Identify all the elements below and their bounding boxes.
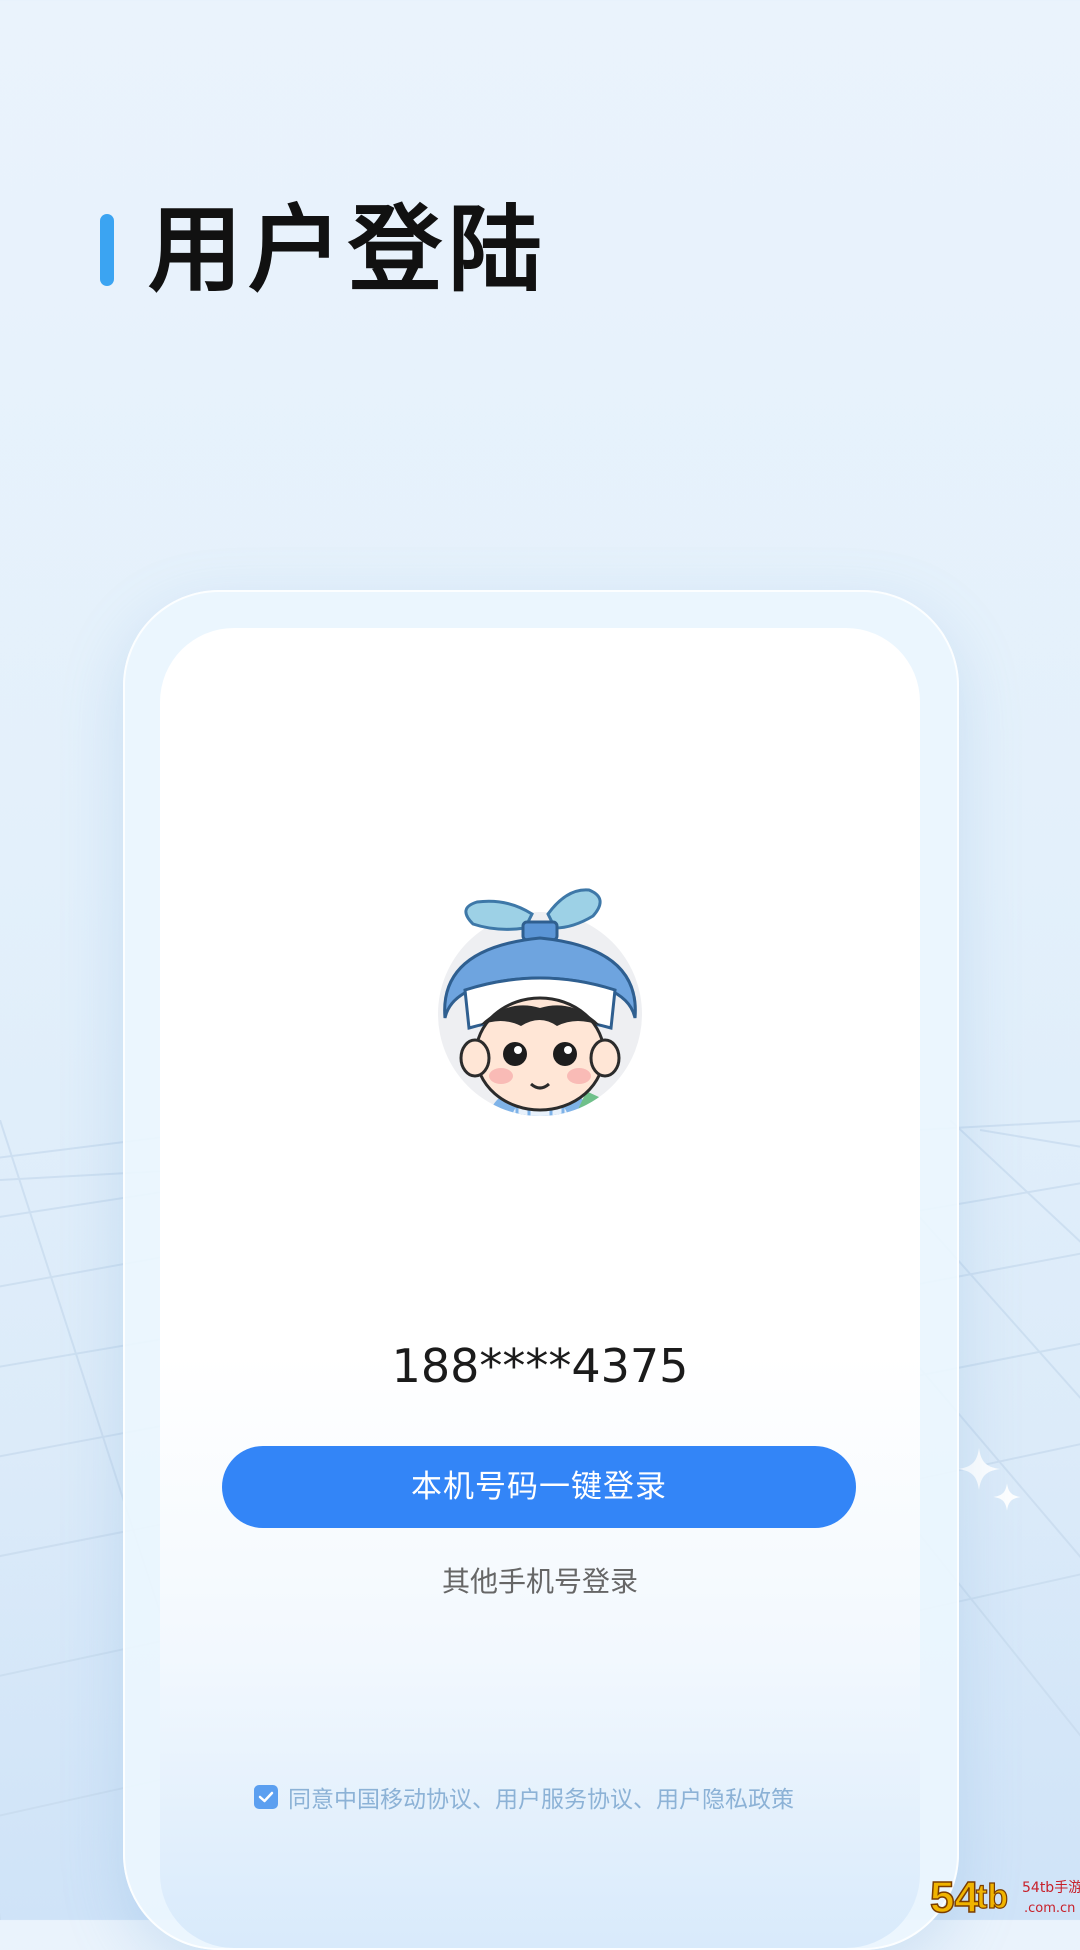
page-title: 用户登陆 — [148, 196, 549, 305]
watermark-logo: 54 tb 54tb手游网 .com.cn — [930, 1872, 1080, 1920]
title-accent-bar — [100, 214, 114, 286]
agreement-checkbox[interactable] — [254, 1785, 278, 1809]
watermark-domain: .com.cn — [1024, 1901, 1075, 1916]
agreement-row: 同意中国移动协议、用户服务协议、用户隐私政策 — [254, 1780, 794, 1814]
other-phone-login-link[interactable]: 其他手机号登录 — [160, 1562, 920, 1602]
agreement-text[interactable]: 同意中国移动协议、用户服务协议、用户隐私政策 — [288, 1780, 794, 1814]
checkmark-icon — [258, 1791, 274, 1803]
sparkle-small-icon — [993, 1483, 1021, 1511]
one-click-login-button[interactable]: 本机号码一键登录 — [222, 1446, 856, 1528]
masked-phone-number: 188****4375 — [391, 1339, 689, 1393]
avatar — [438, 888, 642, 1116]
svg-text:tb: tb — [976, 1878, 1008, 1916]
svg-text:54: 54 — [930, 1873, 979, 1920]
login-card: 188****4375 本机号码一键登录 其他手机号登录 同意中国移动协议、用户… — [160, 628, 920, 1948]
watermark-text: 54tb手游网 — [1022, 1880, 1080, 1896]
